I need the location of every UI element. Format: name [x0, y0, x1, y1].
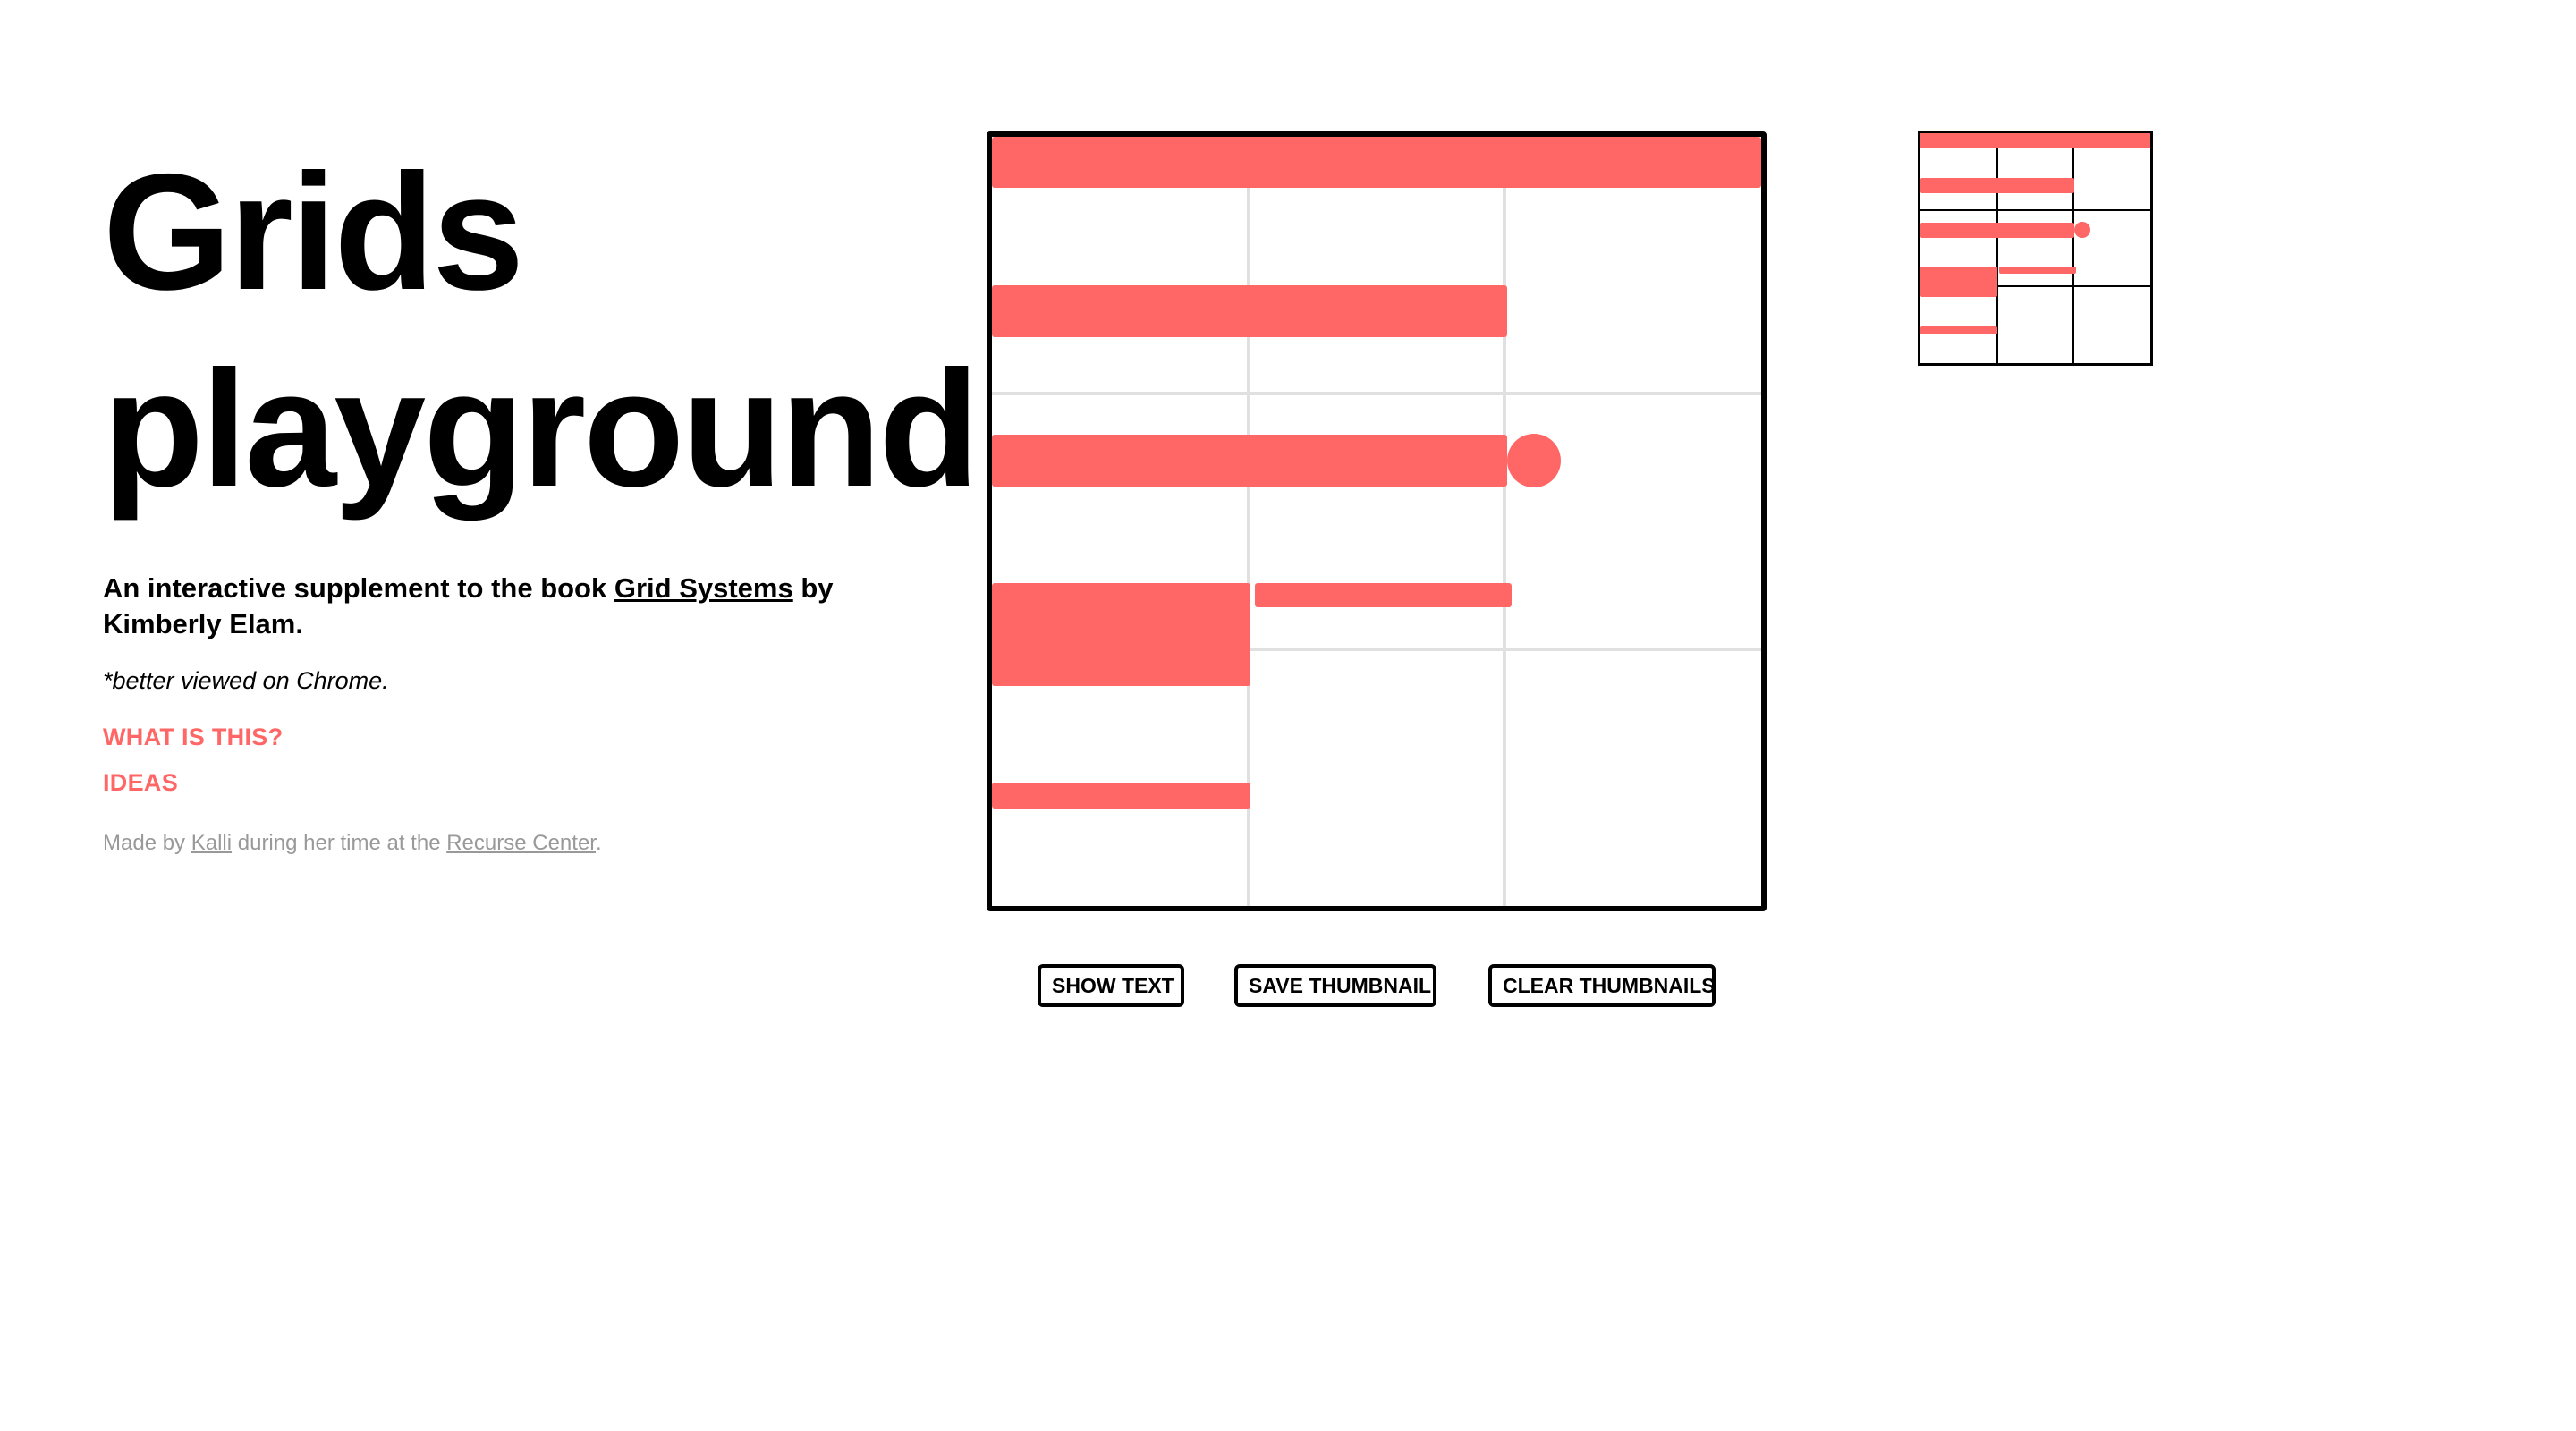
credit-prefix: Made by: [103, 831, 191, 855]
thumbnail-block: [1920, 178, 2074, 193]
credit-suffix: .: [595, 831, 602, 855]
block-thin-bar[interactable]: [992, 783, 1250, 809]
thumbnail-block: [1920, 326, 1997, 334]
what-is-this-link[interactable]: WHAT IS THIS?: [103, 724, 926, 751]
grid-canvas[interactable]: [987, 131, 1767, 911]
clear-thumbnails-button[interactable]: CLEAR THUMBNAILS: [1488, 964, 1716, 1007]
ideas-link[interactable]: IDEAS: [103, 769, 926, 797]
thumbnail-block: [1920, 223, 2074, 238]
thumbnail-dot: [2074, 222, 2090, 238]
grid-blocks[interactable]: [992, 137, 1761, 809]
thumbnail-block: [1920, 133, 2150, 148]
author-link[interactable]: Kalli: [191, 831, 232, 855]
intro-panel: Grids playground An interactive suppleme…: [103, 134, 979, 856]
browser-note: *better viewed on Chrome.: [103, 667, 389, 694]
subtitle-prefix: An interactive supplement to the book: [103, 572, 614, 604]
block-bar[interactable]: [992, 435, 1507, 487]
thumbnail-block: [1999, 267, 2076, 274]
book-link[interactable]: Grid Systems: [614, 572, 793, 604]
title-line-2: playground: [103, 337, 979, 521]
block-dot[interactable]: [1507, 434, 1561, 487]
block-square[interactable]: [992, 583, 1250, 686]
title-line-1: Grids: [103, 140, 524, 325]
thumbnail-svg: [1920, 133, 2150, 363]
block-thin-bar[interactable]: [1255, 583, 1512, 607]
credit-middle: during her time at the: [232, 831, 447, 855]
grid-canvas-svg[interactable]: [992, 137, 1761, 906]
thumbnail-blocks: [1920, 133, 2150, 334]
block-bar[interactable]: [992, 285, 1507, 337]
saved-thumbnail[interactable]: [1918, 131, 2153, 366]
subtitle: An interactive supplement to the book Gr…: [103, 571, 890, 642]
show-text-button[interactable]: SHOW TEXT: [1038, 964, 1184, 1007]
credit-line: Made by Kalli during her time at the Rec…: [103, 831, 926, 856]
thumbnail-block: [1920, 267, 1997, 297]
recurse-center-link[interactable]: Recurse Center: [446, 831, 596, 855]
block-header-bar[interactable]: [992, 137, 1761, 188]
page-title: Grids playground: [103, 134, 979, 528]
save-thumbnail-button[interactable]: SAVE THUMBNAIL: [1234, 964, 1436, 1007]
